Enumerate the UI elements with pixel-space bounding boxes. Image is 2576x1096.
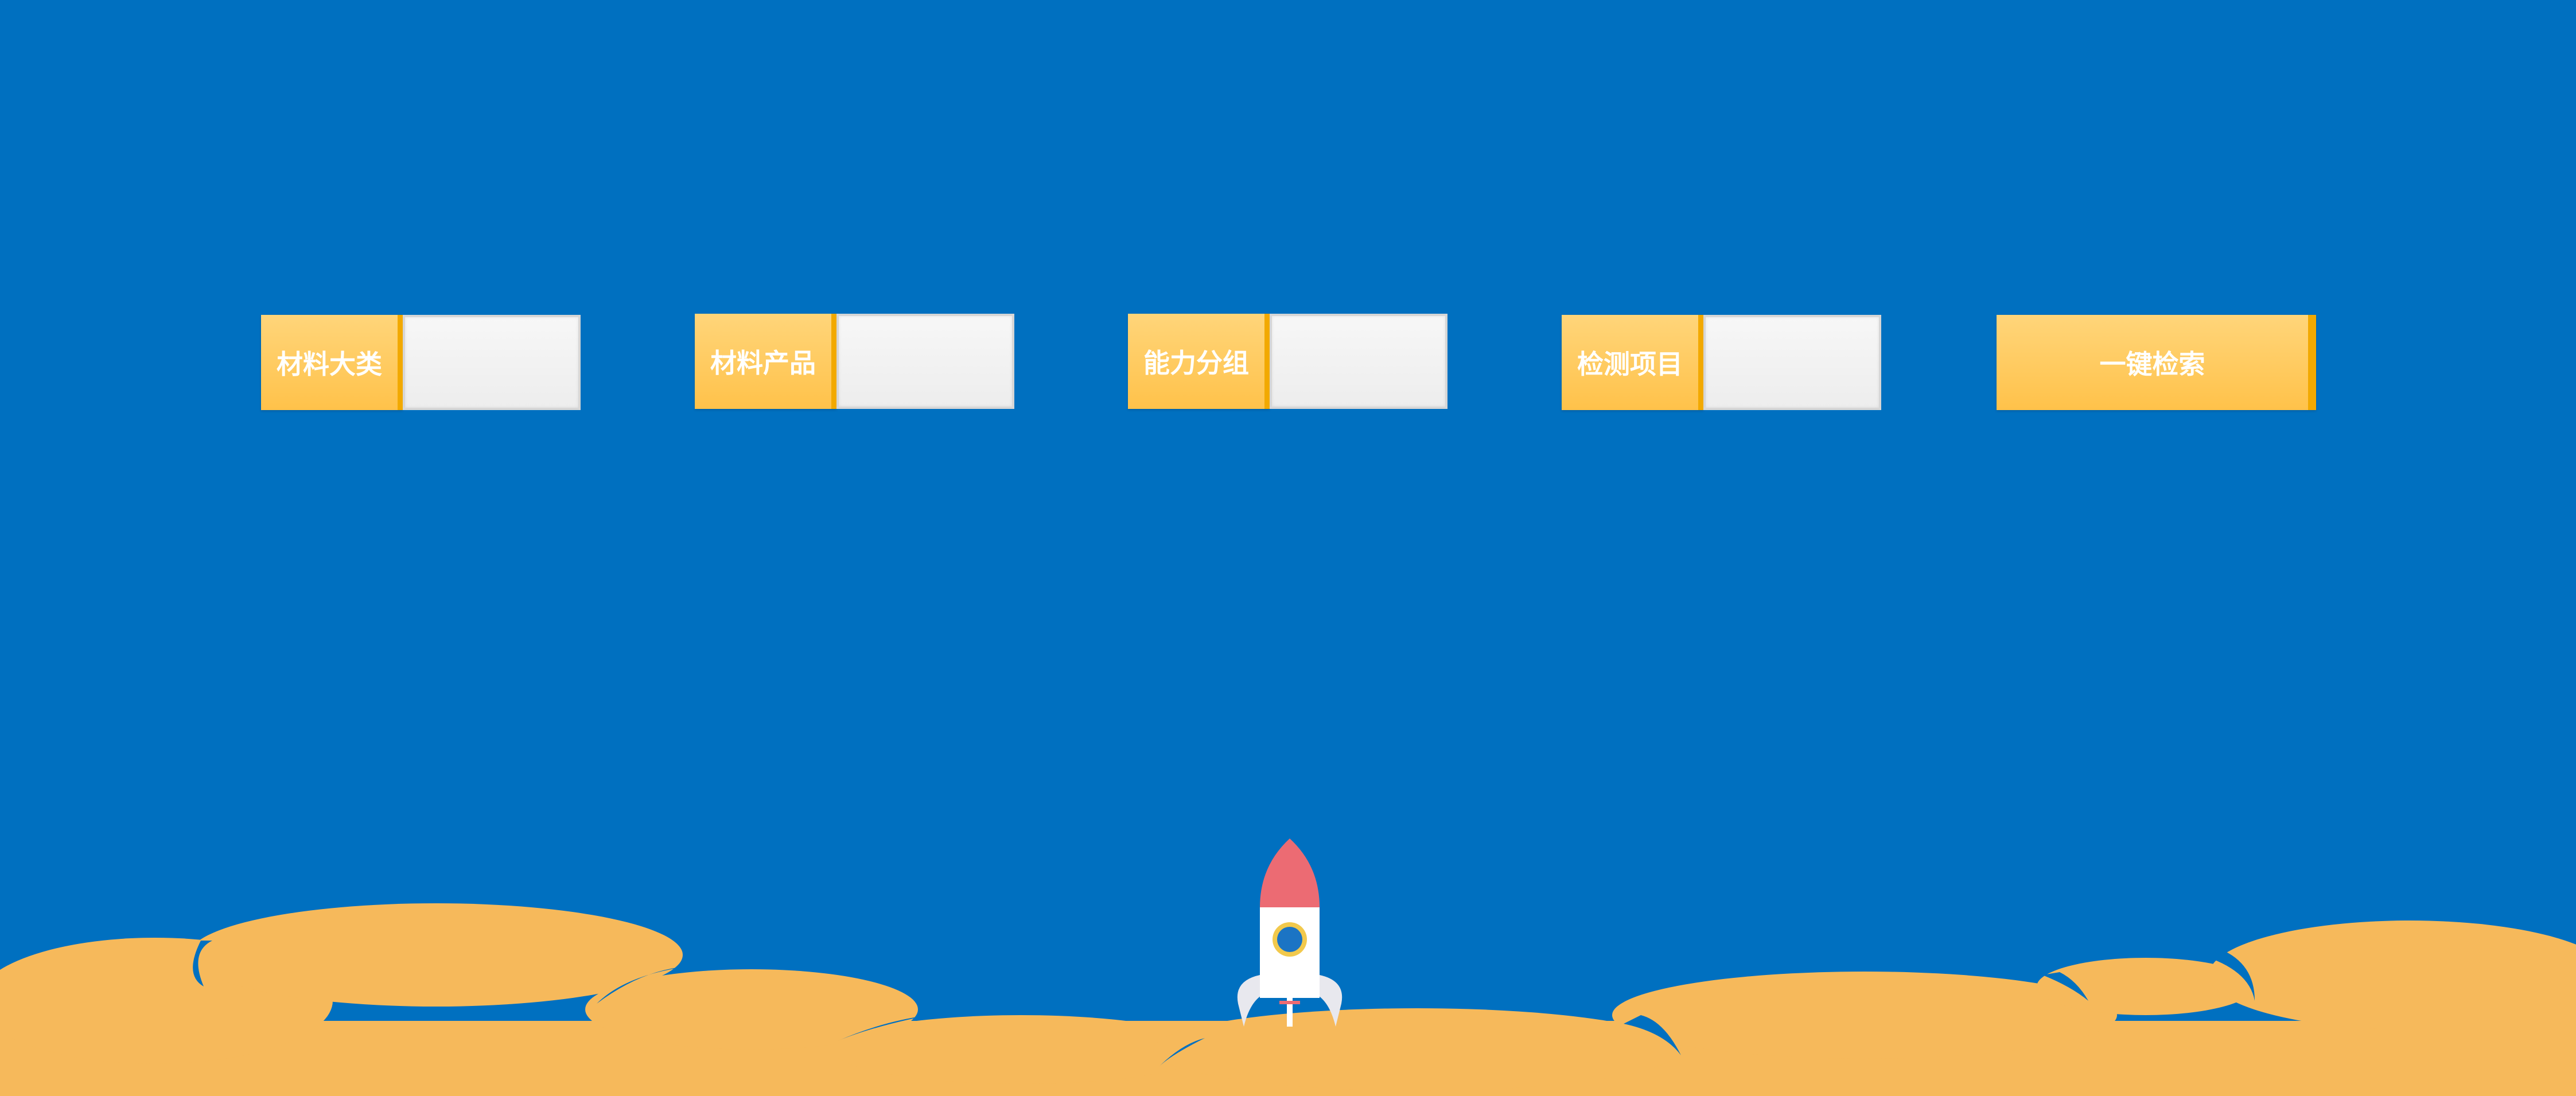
rocket-icon — [1237, 838, 1343, 1027]
main-stage: 材料大类 材料产品 能力分组 检测项目 一键检索 — [0, 0, 2576, 1096]
